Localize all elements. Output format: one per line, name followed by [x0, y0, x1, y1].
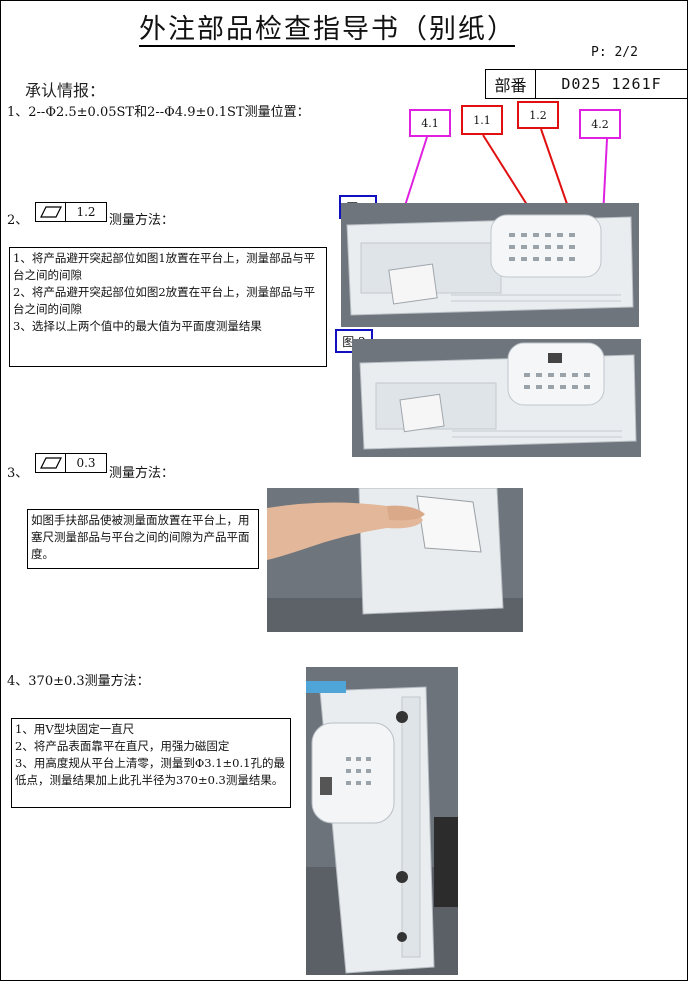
section3-instructions: 如图手扶部品使被测量面放置在平台上，用塞尺测量部品与平台之间的间隙为产品平面度。 — [27, 509, 259, 569]
instruction-line: 3、选择以上两个值中的最大值为平面度测量结果 — [13, 319, 262, 333]
section2-method: 测量方法： — [109, 213, 175, 228]
part-photo-2 — [352, 339, 641, 457]
section2-instructions: 1、将产品避开突起部位如图1放置在平台上，测量部品与平台之间的间隙 2、将产品避… — [9, 247, 327, 367]
instruction-line: 3、用高度规从平台上清零，测量到Φ3.1±0.1孔的最低点，测量结果加上此孔半径… — [15, 756, 285, 787]
instruction-line: 2、将产品表面靠平在直尺，用强力磁固定 — [15, 739, 230, 753]
section3-prefix: 3、 — [7, 466, 29, 481]
section4-instructions: 1、用V型块固定一直尺 2、将产品表面靠平在直尺，用强力磁固定 3、用高度规从平… — [11, 718, 291, 808]
section4-heading: 4、370±0.3测量方法： — [7, 674, 150, 689]
instruction-line: 1、用V型块固定一直尺 — [15, 722, 135, 736]
figure4-photo — [306, 667, 458, 975]
flatness-icon — [36, 203, 66, 221]
flatness-symbol-box-3: 0.3 — [35, 453, 107, 473]
height-gauge-photo — [306, 667, 458, 975]
flatness-value-2: 1.2 — [76, 205, 96, 219]
inspection-document: 外注部品检查指导书（别纸） P: 2/2 承认情报： 部番 D025 1261F… — [0, 0, 688, 981]
figure1-photo — [341, 203, 639, 327]
section3-method: 测量方法： — [109, 466, 175, 481]
part-photo-1 — [341, 203, 639, 327]
flatness-value-3: 0.3 — [76, 456, 96, 470]
hand-holding-part-photo — [267, 488, 523, 632]
instruction-line: 1、将产品避开突起部位如图1放置在平台上，测量部品与平台之间的间隙 — [13, 251, 316, 282]
instruction-text: 如图手扶部品使被测量面放置在平台上，用塞尺测量部品与平台之间的间隙为产品平面度。 — [31, 513, 250, 561]
section2-prefix: 2、 — [7, 213, 29, 228]
figure2-photo — [352, 339, 641, 457]
flatness-symbol-box-2: 1.2 — [35, 202, 107, 222]
figure3-photo — [267, 488, 523, 632]
flatness-icon — [36, 454, 66, 472]
instruction-line: 2、将产品避开突起部位如图2放置在平台上，测量部品与平台之间的间隙 — [13, 285, 316, 316]
